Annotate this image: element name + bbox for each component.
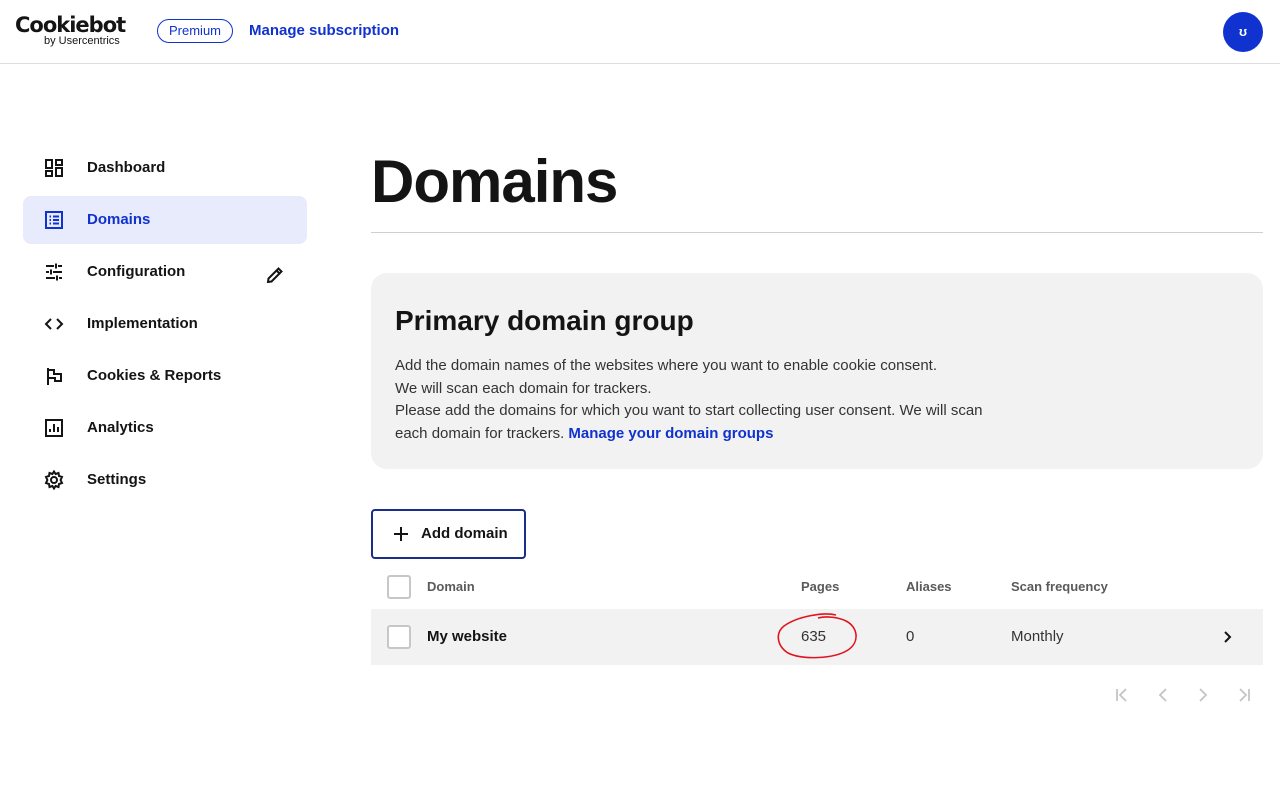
user-avatar[interactable]: ʊ (1223, 12, 1263, 52)
previous-page-icon[interactable] (1154, 686, 1172, 704)
description-line-2: We will scan each domain for trackers. (395, 379, 652, 397)
next-page-icon[interactable] (1194, 686, 1212, 704)
flag-icon (47, 368, 62, 385)
add-domain-button[interactable]: Add domain (371, 509, 526, 559)
sidebar-item-label: Analytics (87, 419, 154, 436)
sidebar-item-dashboard[interactable]: Dashboard (23, 144, 307, 192)
gear-icon (44, 470, 64, 490)
column-header-domain[interactable]: Domain (427, 579, 475, 595)
logo-tagline: by Usercentrics (44, 35, 120, 47)
description-line-1: Add the domain names of the websites whe… (395, 357, 937, 374)
aliases-count: 0 (906, 628, 915, 645)
title-divider (371, 232, 1263, 233)
chevron-right-icon[interactable] (1219, 629, 1235, 645)
column-header-scan-frequency[interactable]: Scan frequency (1011, 579, 1108, 595)
sidebar-item-cookies-reports[interactable]: Cookies & Reports (23, 352, 307, 400)
pencil-icon[interactable] (265, 265, 285, 285)
plan-badge: Premium (157, 19, 234, 43)
scan-frequency: Monthly (1011, 628, 1064, 645)
sidebar-item-configuration[interactable]: Configuration (23, 248, 307, 296)
pages-count: 635 (801, 628, 827, 645)
sliders-icon (46, 263, 62, 281)
sidebar-item-label: Dashboard (87, 159, 166, 176)
last-page-icon[interactable] (1234, 686, 1252, 704)
domain-group-card: Primary domain group Add the domain name… (371, 273, 1263, 469)
add-domain-label: Add domain (421, 525, 508, 542)
plus-icon (394, 527, 408, 541)
manage-domain-groups-link[interactable]: Manage your domain groups (568, 425, 773, 442)
top-header: Cookiebot by Usercentrics Premium Manage… (0, 0, 1280, 64)
sidebar-item-domains[interactable]: Domains (23, 196, 307, 244)
code-icon (44, 318, 64, 330)
dashboard-icon (45, 159, 63, 177)
sidebar-item-settings[interactable]: Settings (23, 456, 307, 504)
sidebar-item-label: Settings (87, 471, 147, 488)
sidebar-item-implementation[interactable]: Implementation (23, 300, 307, 348)
column-header-aliases[interactable]: Aliases (906, 579, 952, 595)
row-checkbox[interactable] (387, 625, 411, 649)
domain-name: My website (427, 628, 508, 645)
domain-group-title: Primary domain group (395, 305, 694, 336)
sidebar-item-label: Cookies & Reports (87, 367, 222, 384)
select-all-checkbox[interactable] (387, 575, 411, 599)
sidebar-item-label: Implementation (87, 315, 198, 332)
cookiebot-logo[interactable]: Cookiebot by Usercentrics (15, 13, 126, 49)
sidebar-item-label: Configuration (87, 263, 186, 280)
sidebar-item-label: Domains (87, 211, 151, 228)
first-page-icon[interactable] (1114, 686, 1132, 704)
page-title: Domains (371, 148, 618, 215)
table-row[interactable]: My website 635 0 Monthly (371, 609, 1263, 665)
logo-wordmark: Cookiebot (15, 13, 126, 37)
sidebar-item-analytics[interactable]: Analytics (23, 404, 307, 452)
column-header-pages[interactable]: Pages (801, 579, 839, 595)
chart-icon (45, 419, 63, 437)
list-icon (45, 211, 63, 229)
sidebar-nav: Dashboard Domains Configuration Implemen… (23, 144, 307, 508)
manage-subscription-link[interactable]: Manage subscription (249, 22, 399, 40)
domain-group-description: Add the domain names of the websites whe… (395, 355, 1005, 445)
